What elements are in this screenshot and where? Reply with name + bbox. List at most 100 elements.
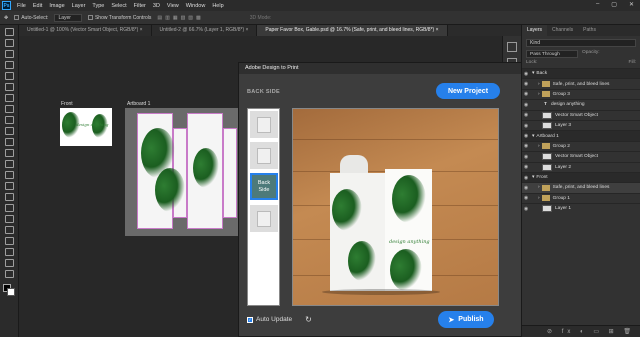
- layer-row[interactable]: ◉ Vector Smart Object: [522, 109, 640, 120]
- type-tool-icon[interactable]: [5, 215, 14, 223]
- thumbnail-side[interactable]: [250, 142, 278, 169]
- maximize-icon[interactable]: ▢: [611, 1, 617, 8]
- layer-row[interactable]: ◉ Layer 3: [522, 119, 640, 130]
- dodge-tool-icon[interactable]: [5, 193, 14, 201]
- visibility-icon[interactable]: ◉: [522, 154, 530, 160]
- path-select-tool-icon[interactable]: [5, 226, 14, 234]
- menu-help[interactable]: Help: [212, 3, 223, 9]
- doc-tab-active[interactable]: Paper Favor Box, Gable.psd @ 16.7% (Safe…: [257, 25, 448, 36]
- visibility-icon[interactable]: ◉: [522, 81, 530, 87]
- menu-edit[interactable]: Edit: [33, 3, 42, 9]
- visibility-icon[interactable]: ◉: [522, 206, 530, 212]
- brush-tool-icon[interactable]: [5, 127, 14, 135]
- layer-row[interactable]: ◉ Layer 2: [522, 161, 640, 172]
- eyedropper-tool-icon[interactable]: [5, 105, 14, 113]
- menu-filter[interactable]: Filter: [134, 3, 146, 9]
- visibility-icon[interactable]: ◉: [522, 112, 530, 118]
- visibility-icon[interactable]: ◉: [522, 71, 530, 77]
- visibility-icon[interactable]: ◉: [522, 185, 530, 191]
- move-tool-icon[interactable]: ✥: [4, 15, 8, 21]
- auto-select-checkbox[interactable]: Auto-Select:: [14, 15, 48, 21]
- menu-window[interactable]: Window: [186, 3, 206, 9]
- transform-controls-checkbox[interactable]: Show Transform Controls: [87, 15, 151, 21]
- doc-tab[interactable]: Untitled-1 @ 100% (Vector Smart Object, …: [19, 25, 152, 36]
- blend-mode-dropdown[interactable]: Pass Through: [526, 50, 578, 58]
- layer-row[interactable]: ◉ › Group 1: [522, 192, 640, 203]
- folder-icon: [541, 184, 550, 191]
- visibility-icon[interactable]: ◉: [522, 133, 530, 139]
- layer-row[interactable]: ◉ Layer 1: [522, 203, 640, 213]
- layer-actions-icons[interactable]: ⊘ fx ◐ ▭ ⊞ 🗑: [547, 328, 635, 335]
- blur-tool-icon[interactable]: [5, 182, 14, 190]
- layer-row[interactable]: ◉ ▾ Front: [522, 171, 640, 183]
- close-icon[interactable]: ✕: [629, 1, 634, 8]
- layer-filter-input[interactable]: Kind: [526, 39, 636, 47]
- publish-button[interactable]: ➤ Publish: [438, 311, 494, 328]
- crop-tool-icon[interactable]: [5, 83, 14, 91]
- hand-tool-icon[interactable]: [5, 248, 14, 256]
- menu-select[interactable]: Select: [111, 3, 126, 9]
- menu-type[interactable]: Type: [92, 3, 104, 9]
- eraser-tool-icon[interactable]: [5, 160, 14, 168]
- artboard1-label[interactable]: Artboard 1: [127, 101, 150, 107]
- visibility-icon[interactable]: ◉: [522, 102, 530, 108]
- window-controls: – ▢ ✕: [596, 1, 634, 8]
- layer-row[interactable]: ◉ › Group 3: [522, 88, 640, 99]
- history-panel-icon[interactable]: [507, 42, 517, 52]
- layer-row[interactable]: ◉ ▾ Artboard 1: [522, 130, 640, 141]
- new-project-button[interactable]: New Project: [436, 83, 500, 99]
- visibility-icon[interactable]: ◉: [522, 91, 530, 97]
- menu-file[interactable]: File: [17, 3, 26, 9]
- frame-tool-icon[interactable]: [5, 94, 14, 102]
- artboard-1[interactable]: [125, 108, 255, 236]
- menu-view[interactable]: View: [167, 3, 179, 9]
- tab-layers[interactable]: Layers: [522, 25, 548, 36]
- align-icons[interactable]: ▤▥▦▧▨▩: [157, 15, 203, 21]
- move-tool-icon[interactable]: [5, 28, 14, 36]
- menu-image[interactable]: Image: [49, 3, 64, 9]
- shape-tool-icon[interactable]: [5, 237, 14, 245]
- visibility-icon[interactable]: ◉: [522, 175, 530, 181]
- auto-update-toggle[interactable]: ✓ Auto Update ↻: [247, 315, 312, 324]
- zoom-tool-icon[interactable]: [5, 259, 14, 267]
- thumbnail-back-selected[interactable]: Back Side: [250, 173, 278, 200]
- healing-tool-icon[interactable]: [5, 116, 14, 124]
- auto-update-checkbox[interactable]: ✓: [247, 316, 253, 323]
- gradient-tool-icon[interactable]: [5, 171, 14, 179]
- stamp-tool-icon[interactable]: [5, 138, 14, 146]
- menu-3d[interactable]: 3D: [153, 3, 160, 9]
- layer-row[interactable]: ◉ Tdesign anything: [522, 99, 640, 109]
- lasso-tool-icon[interactable]: [5, 61, 14, 69]
- refresh-icon[interactable]: ↻: [305, 315, 312, 324]
- visibility-icon[interactable]: ◉: [522, 195, 530, 201]
- layer-row[interactable]: ◉ › Safe, print, and bleed lines: [522, 182, 640, 193]
- marquee-tool-icon[interactable]: [5, 50, 14, 58]
- layer-row[interactable]: ◉ Vector Smart Object: [522, 151, 640, 161]
- visibility-icon[interactable]: ◉: [522, 123, 530, 129]
- thumbnail-angle[interactable]: [250, 205, 278, 232]
- layer-thumbnail: [542, 111, 552, 119]
- layer-thumbnail: [542, 122, 552, 130]
- history-brush-tool-icon[interactable]: [5, 149, 14, 157]
- layer-row[interactable]: ◉ › Group 2: [522, 140, 640, 151]
- doc-tab[interactable]: Untitled-2 @ 66.7% (Layer 1, RGB/8*) ×: [152, 25, 258, 36]
- auto-select-dropdown[interactable]: Layer: [54, 13, 82, 22]
- color-swatches[interactable]: [3, 284, 16, 297]
- tab-paths[interactable]: Paths: [578, 25, 601, 36]
- front-artboard[interactable]: design anything: [60, 108, 112, 146]
- artboard-tool-icon[interactable]: [5, 39, 14, 47]
- pen-tool-icon[interactable]: [5, 204, 14, 212]
- layer-row[interactable]: ◉ › Safe, print, and bleed lines: [522, 78, 640, 88]
- more-tools-icon[interactable]: [5, 270, 14, 278]
- front-artboard-label[interactable]: Front: [61, 101, 73, 107]
- layer-row[interactable]: ◉ ▾ Back: [522, 68, 640, 79]
- quick-select-tool-icon[interactable]: [5, 72, 14, 80]
- visibility-icon[interactable]: ◉: [522, 164, 530, 170]
- thumbnail-front[interactable]: [250, 111, 278, 138]
- photoshop-logo-icon: Ps: [2, 1, 11, 10]
- section-label: BACK SIDE: [247, 89, 280, 95]
- tab-channels[interactable]: Channels: [547, 25, 578, 36]
- minimize-icon[interactable]: –: [596, 1, 599, 8]
- visibility-icon[interactable]: ◉: [522, 143, 530, 149]
- menu-layer[interactable]: Layer: [72, 3, 86, 9]
